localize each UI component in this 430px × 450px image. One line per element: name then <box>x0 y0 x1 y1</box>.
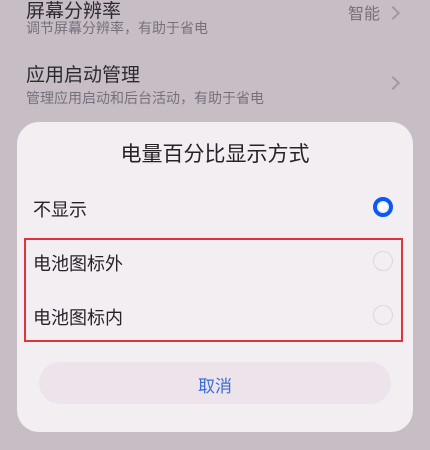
cancel-button[interactable]: 取消 <box>39 362 391 404</box>
settings-screen: 屏幕分辨率 调节屏幕分辨率，有助于省电 智能 应用启动管理 管理应用启动和后台活… <box>0 0 430 450</box>
option-label: 不显示 <box>33 200 87 221</box>
option-hide[interactable]: 不显示 <box>17 182 413 234</box>
cancel-label: 取消 <box>198 377 232 397</box>
dialog-title: 电量百分比显示方式 <box>120 142 310 166</box>
radio-selected-icon[interactable] <box>373 197 393 217</box>
annotation-highlight-box <box>24 238 403 342</box>
